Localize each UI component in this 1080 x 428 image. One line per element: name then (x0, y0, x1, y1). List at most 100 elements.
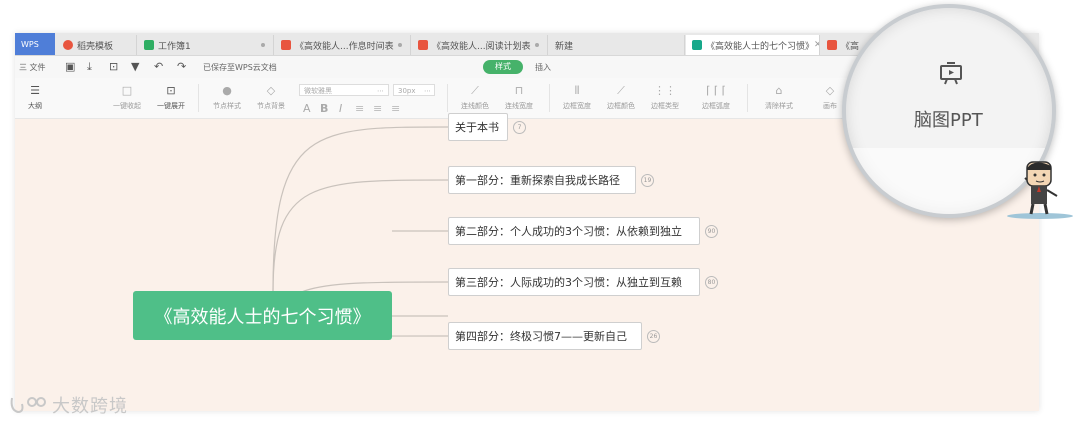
dropdown-icon: ⋯ (424, 87, 431, 95)
font-family-select[interactable]: 微软雅黑 ⋯ (299, 84, 389, 96)
node-background-button[interactable]: ◇ 节点背景 (251, 84, 291, 111)
expand-all-button[interactable]: ⊡ 一键展开 (151, 84, 191, 111)
mindmap-branch-node[interactable]: 第一部分：重新探索自我成长路径 (448, 166, 636, 194)
align-right-icon[interactable]: ≡ (391, 102, 400, 115)
outline-icon: ☰ (30, 84, 40, 97)
canvas-button[interactable]: ◇ 画布 (815, 84, 845, 111)
mindmap-ppt-icon (940, 62, 962, 85)
tab-reading-plan[interactable]: 《高效能人...阅读计划表 (412, 35, 548, 55)
font-color-button[interactable]: A (303, 102, 311, 115)
node-style-icon: ● (222, 84, 232, 97)
docer-icon (63, 40, 73, 50)
line-color-button[interactable]: ⟋ 连线颜色 (455, 84, 495, 111)
child-count-badge[interactable]: 90 (705, 225, 718, 238)
child-count-badge[interactable]: 80 (705, 276, 718, 289)
child-count-badge[interactable]: 19 (641, 174, 654, 187)
mindmap-branch-node[interactable]: 第四部分：终极习惯7——更新自己 (448, 322, 642, 350)
border-radius-button[interactable]: ⌈ ⌈ ⌈ 边框弧度 (693, 84, 739, 111)
border-color-button[interactable]: ⟋ 边框颜色 (601, 84, 641, 111)
align-left-icon[interactable]: ≡ (355, 102, 364, 115)
mindmap-branch-node[interactable]: 关于本书 (448, 113, 508, 141)
unsaved-dot-icon (398, 43, 402, 47)
clear-style-button[interactable]: ⌂ 清除样式 (759, 84, 799, 111)
divider (198, 84, 199, 112)
save-icon[interactable]: ▣ (65, 60, 75, 73)
tab-label: 《高效能人...作息时间表 (295, 41, 394, 52)
mindmap-branch-node[interactable]: 第二部分：个人成功的3个习惯：从依赖到独立 (448, 217, 700, 245)
tab-label: 新建 (555, 41, 574, 52)
presentation-icon (281, 40, 291, 50)
expand-icon: ⊡ (166, 84, 176, 97)
spreadsheet-icon (144, 40, 154, 50)
save-status: 已保存至WPS云文档 (203, 63, 277, 72)
unsaved-dot-icon (535, 43, 539, 47)
font-family-value: 微软雅黑 (304, 87, 332, 95)
border-type-icon: ⋮⋮ (654, 84, 676, 97)
watermark-logo: 大数跨境 (8, 392, 128, 418)
node-background-label: 节点背景 (257, 102, 285, 110)
font-size-select[interactable]: 30px ⋯ (393, 84, 435, 96)
mindmap-ppt-button[interactable]: 脑图PPT (914, 106, 983, 132)
child-count-badge[interactable]: 7 (513, 121, 526, 134)
cartoon-character-illustration (1007, 161, 1073, 219)
tab-schedule[interactable]: 《高效能人...作息时间表 (275, 35, 411, 55)
expand-label: 一键展开 (157, 102, 185, 110)
tab-label: 稻壳模板 (77, 41, 114, 52)
close-icon[interactable]: ✕ (814, 40, 819, 50)
collapse-label: 一键收起 (113, 102, 141, 110)
mindmap-branch-node[interactable]: 第三部分：人际成功的3个习惯：从独立到互赖 (448, 268, 700, 296)
download-icon[interactable]: ⤓ (87, 60, 92, 74)
format-painter-icon[interactable]: ▼ (131, 60, 139, 73)
tab-workbook[interactable]: 工作簿1 (138, 35, 274, 55)
align-center-icon[interactable]: ≡ (373, 102, 382, 115)
wps-home-tab[interactable]: WPS (15, 33, 55, 55)
tab-label: 《高效能人士的七个习惯》 (706, 41, 815, 52)
child-count-badge[interactable]: 26 (647, 330, 660, 343)
tab-label: 工作簿1 (158, 41, 191, 52)
tab-insert[interactable]: 插入 (535, 62, 551, 73)
outline-button[interactable]: ☰ 大纲 (23, 84, 47, 111)
mindmap-icon (692, 40, 702, 50)
presentation-icon (827, 40, 837, 50)
canvas-label: 画布 (823, 102, 837, 110)
divider (447, 84, 448, 112)
divider (549, 84, 550, 112)
undo-icon[interactable]: ↶ (154, 60, 163, 73)
tab-new[interactable]: 新建 (549, 35, 685, 55)
brand-logo-icon (10, 397, 46, 414)
divider (747, 84, 748, 112)
border-radius-icon: ⌈ ⌈ ⌈ (706, 84, 726, 97)
export-icon[interactable]: ⊡ (109, 60, 118, 73)
border-width-icon: ⦀ (574, 84, 580, 97)
border-type-button[interactable]: ⋮⋮ 边框类型 (645, 84, 685, 111)
collapse-icon: □ (121, 84, 133, 97)
collapse-all-button[interactable]: □ 一键收起 (107, 84, 147, 111)
tab-label: 《高效能人...阅读计划表 (432, 41, 531, 52)
font-size-value: 30px (398, 87, 416, 95)
paint-bucket-icon: ◇ (266, 84, 276, 97)
border-color-label: 边框颜色 (607, 102, 635, 110)
border-radius-label: 边框弧度 (702, 102, 730, 110)
tab-label: 《高 (841, 41, 860, 52)
tab-style[interactable]: 样式 (483, 60, 523, 74)
eraser-icon: ⌂ (775, 84, 783, 97)
dropdown-icon: ⋯ (377, 87, 384, 95)
line-color-icon: ⟋ (471, 84, 479, 97)
presentation-icon (418, 40, 428, 50)
clear-style-label: 清除样式 (765, 102, 793, 110)
line-width-button[interactable]: ⊓ 连线宽度 (499, 84, 539, 111)
line-color-label: 连线颜色 (461, 102, 489, 110)
border-width-button[interactable]: ⦀ 边框宽度 (557, 84, 597, 111)
bold-button[interactable]: B (320, 102, 328, 115)
border-type-label: 边框类型 (651, 102, 679, 110)
node-style-button[interactable]: ● 节点样式 (207, 84, 247, 111)
redo-icon[interactable]: ↷ (177, 60, 186, 73)
watermark-text: 大数跨境 (52, 396, 128, 417)
mindmap-root-node[interactable]: 《高效能人士的七个习惯》 (133, 291, 392, 340)
tab-docer-templates[interactable]: 稻壳模板 (57, 35, 137, 55)
node-style-label: 节点样式 (213, 102, 241, 110)
file-menu[interactable]: 三 文件 (19, 62, 46, 73)
tab-mindmap-active[interactable]: 《高效能人士的七个习惯》 ✕ (686, 35, 820, 55)
italic-button[interactable]: I (339, 102, 342, 115)
canvas-icon: ◇ (825, 84, 835, 97)
